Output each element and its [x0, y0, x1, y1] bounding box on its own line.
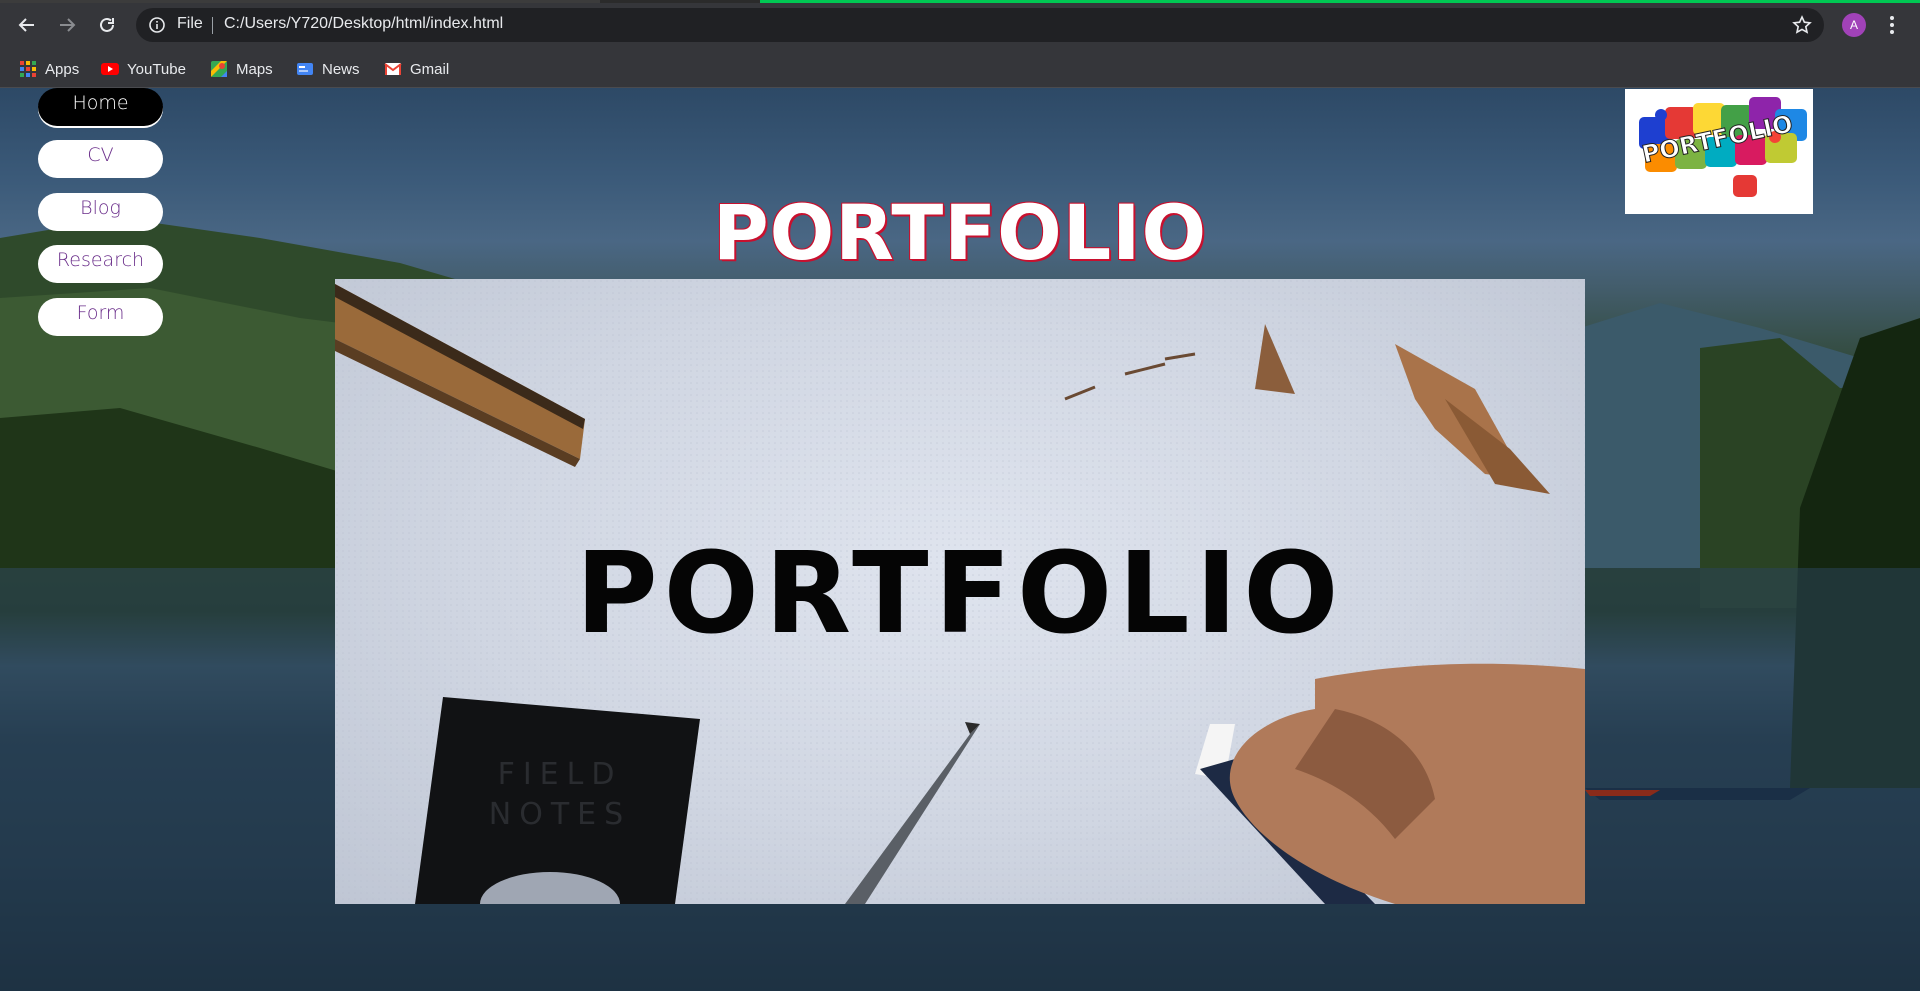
nav-form-button[interactable]: Form [38, 298, 163, 336]
bookmark-star-icon[interactable] [1792, 15, 1812, 35]
bookmark-youtube[interactable]: YouTube [101, 50, 186, 88]
news-icon [296, 60, 314, 78]
svg-text:NOTES: NOTES [489, 797, 631, 832]
apps-grid-icon [19, 60, 37, 78]
reload-icon [100, 17, 114, 32]
hero-image: FIELD NOTES PORTFOLIO [335, 279, 1585, 904]
page-load-progress [0, 0, 1920, 3]
bookmark-news[interactable]: News [296, 50, 360, 88]
maps-icon [210, 60, 228, 78]
bookmark-label: News [322, 60, 360, 78]
portfolio-logo: PORTFOLIO [1625, 89, 1813, 214]
nav-cv-button[interactable]: CV [38, 140, 163, 178]
hero-title: PORTFOLIO [575, 529, 1345, 659]
gmail-icon [384, 60, 402, 78]
arrow-right-icon [60, 18, 76, 32]
address-divider [212, 17, 213, 34]
bookmark-label: Maps [236, 60, 273, 78]
bookmark-gmail[interactable]: Gmail [384, 50, 449, 88]
nav-home-button[interactable]: Home [38, 88, 163, 126]
back-button[interactable] [10, 9, 44, 41]
bookmark-maps[interactable]: Maps [210, 50, 273, 88]
forward-button[interactable] [50, 9, 84, 41]
browser-menu-button[interactable] [1882, 13, 1902, 37]
page-viewport: Home CV Blog Research Form PORTFOLIO POR… [0, 88, 1920, 991]
bookmark-label: Apps [45, 60, 80, 78]
youtube-icon [101, 60, 119, 78]
bookmarks-bar: Apps YouTube Maps News Gmail [0, 50, 1920, 88]
field-notes-notebook: FIELD NOTES [415, 697, 700, 904]
address-bar[interactable]: File C:/Users/Y720/Desktop/html/index.ht… [136, 8, 1824, 42]
browser-toolbar: File C:/Users/Y720/Desktop/html/index.ht… [0, 0, 1920, 50]
arrow-left-icon [18, 18, 34, 32]
bookmark-apps[interactable]: Apps [19, 50, 79, 88]
info-icon [149, 17, 165, 33]
bookmark-label: Gmail [410, 60, 450, 78]
scheme-label: File [177, 15, 203, 32]
reload-button[interactable] [90, 9, 124, 41]
bookmark-label: YouTube [127, 60, 186, 78]
svg-text:FIELD: FIELD [498, 757, 623, 792]
profile-avatar[interactable]: A [1842, 13, 1866, 37]
url-text[interactable]: C:/Users/Y720/Desktop/html/index.html [224, 15, 503, 33]
